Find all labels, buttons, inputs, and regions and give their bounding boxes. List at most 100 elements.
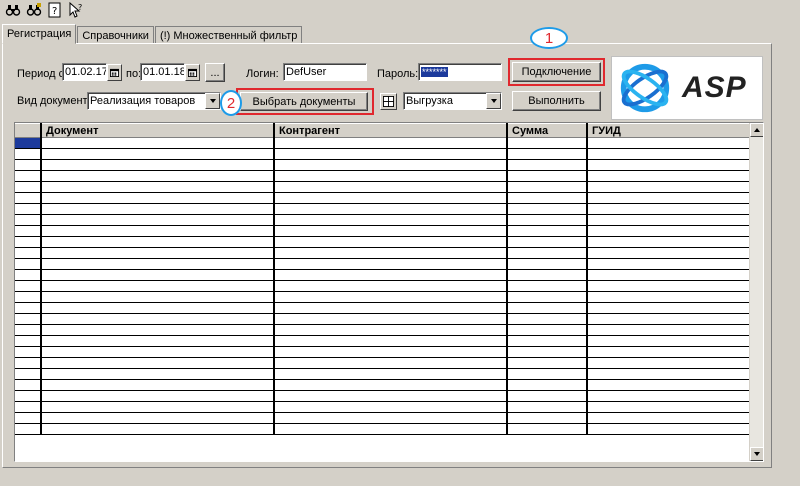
table-row[interactable] [15, 247, 752, 259]
table-cell[interactable] [507, 258, 588, 270]
table-row[interactable] [15, 148, 752, 160]
table-row[interactable] [15, 357, 752, 369]
table-cell[interactable] [587, 269, 752, 281]
row-header-cell[interactable] [15, 357, 42, 369]
table-cell[interactable] [41, 324, 275, 336]
table-cell[interactable] [587, 412, 752, 424]
table-cell[interactable] [41, 247, 275, 259]
table-cell[interactable] [41, 313, 275, 325]
table-cell[interactable] [274, 379, 508, 391]
table-cell[interactable] [274, 291, 508, 303]
row-header-cell[interactable] [15, 379, 42, 391]
row-header-cell[interactable] [15, 258, 42, 270]
table-cell[interactable] [587, 225, 752, 237]
row-header-cell[interactable] [15, 225, 42, 237]
table-cell[interactable] [587, 368, 752, 380]
table-cell[interactable] [274, 390, 508, 402]
table-cell[interactable] [507, 335, 588, 347]
table-cell[interactable] [507, 181, 588, 193]
table-cell[interactable] [274, 335, 508, 347]
table-row[interactable] [15, 170, 752, 182]
table-cell[interactable] [587, 379, 752, 391]
table-row[interactable] [15, 379, 752, 391]
row-header-cell[interactable] [15, 247, 42, 259]
table-cell[interactable] [587, 170, 752, 182]
table-row[interactable] [15, 401, 752, 413]
table-cell[interactable] [274, 423, 508, 435]
table-cell[interactable] [587, 357, 752, 369]
execute-button[interactable]: Выполнить [512, 91, 601, 111]
table-cell[interactable] [41, 181, 275, 193]
table-cell[interactable] [41, 225, 275, 237]
table-cell[interactable] [274, 412, 508, 424]
row-header-cell[interactable] [15, 368, 42, 380]
table-cell[interactable] [41, 401, 275, 413]
row-header-cell[interactable] [15, 291, 42, 303]
table-cell[interactable] [274, 192, 508, 204]
tab-registration[interactable]: Регистрация [2, 24, 77, 44]
tab-multi-filter[interactable]: (!) Множественный фильтр [154, 26, 303, 44]
column-header-document[interactable]: Документ [41, 123, 275, 138]
table-cell[interactable] [507, 412, 588, 424]
table-row[interactable] [15, 302, 752, 314]
binoculars-lock-icon[interactable] [25, 1, 43, 19]
table-row[interactable] [15, 291, 752, 303]
scroll-down-button[interactable] [750, 447, 763, 461]
table-cell[interactable] [587, 203, 752, 215]
row-header-cell[interactable] [15, 401, 42, 413]
table-cell[interactable] [41, 357, 275, 369]
table-cell[interactable] [41, 412, 275, 424]
table-cell[interactable] [274, 214, 508, 226]
documents-table[interactable]: Документ Контрагент Сумма ГУИД [14, 122, 764, 462]
table-cell[interactable] [41, 258, 275, 270]
table-cell[interactable] [507, 390, 588, 402]
doc-type-select[interactable]: Реализация товаров [87, 92, 221, 110]
table-cell[interactable] [274, 225, 508, 237]
table-cell[interactable] [587, 390, 752, 402]
calendar-to-button[interactable] [185, 64, 200, 81]
calendar-from-button[interactable] [107, 64, 122, 81]
period-select-button[interactable]: ... [205, 63, 225, 82]
table-cell[interactable] [507, 236, 588, 248]
table-cell[interactable] [507, 269, 588, 281]
help-icon[interactable]: ? [46, 1, 64, 19]
vertical-scrollbar[interactable] [749, 123, 763, 461]
table-row[interactable] [15, 181, 752, 193]
row-header-cell[interactable] [15, 192, 42, 204]
column-header-counterparty[interactable]: Контрагент [274, 123, 508, 138]
table-row[interactable] [15, 346, 752, 358]
row-header-cell[interactable] [15, 280, 42, 292]
row-header-cell[interactable] [15, 324, 42, 336]
scroll-up-button[interactable] [750, 123, 763, 137]
binoculars-icon[interactable] [4, 1, 22, 19]
table-cell[interactable] [587, 137, 752, 149]
table-row[interactable] [15, 280, 752, 292]
column-header-guid[interactable]: ГУИД [587, 123, 752, 138]
table-cell[interactable] [507, 379, 588, 391]
table-cell[interactable] [507, 324, 588, 336]
table-cell[interactable] [274, 159, 508, 171]
table-row[interactable] [15, 225, 752, 237]
table-cell[interactable] [41, 170, 275, 182]
table-cell[interactable] [41, 390, 275, 402]
table-cell[interactable] [274, 346, 508, 358]
period-to-input[interactable]: 01.01.18 [140, 63, 185, 81]
table-cell[interactable] [274, 401, 508, 413]
table-row[interactable] [15, 192, 752, 204]
table-cell[interactable] [587, 313, 752, 325]
password-input[interactable]: ******* [418, 63, 502, 81]
table-cell[interactable] [274, 137, 508, 149]
row-header-cell[interactable] [15, 390, 42, 402]
table-cell[interactable] [587, 236, 752, 248]
table-cell[interactable] [41, 368, 275, 380]
select-docs-button[interactable]: Выбрать документы [240, 92, 368, 111]
row-header-cell[interactable] [15, 335, 42, 347]
table-cell[interactable] [41, 214, 275, 226]
table-cell[interactable] [274, 269, 508, 281]
row-header-cell[interactable] [15, 269, 42, 281]
connect-button[interactable]: Подключение [512, 62, 601, 82]
table-row[interactable] [15, 423, 752, 435]
table-row[interactable] [15, 214, 752, 226]
table-cell[interactable] [507, 203, 588, 215]
table-cell[interactable] [41, 346, 275, 358]
